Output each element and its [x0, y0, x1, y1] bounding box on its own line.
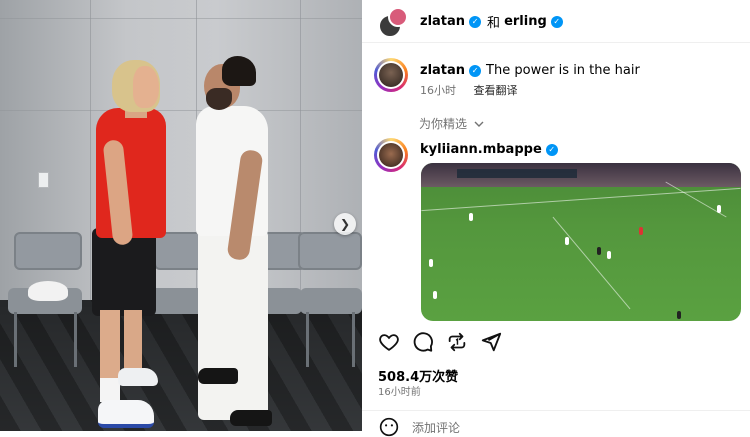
player: [677, 311, 681, 319]
post-header: zlatan ✓ 和 erling ✓: [362, 0, 750, 43]
suggested-toggle[interactable]: 为你精选: [419, 115, 485, 132]
carousel-next-button[interactable]: ❯: [334, 213, 356, 235]
repost-icon[interactable]: [446, 331, 468, 353]
caption-avatar[interactable]: [379, 63, 403, 87]
wall-seam: [0, 18, 362, 19]
author-username[interactable]: zlatan: [420, 14, 465, 29]
see-translation-link[interactable]: 查看翻译: [474, 84, 518, 97]
dress-shoe: [230, 410, 272, 426]
chair: [298, 232, 362, 270]
sneaker: [118, 368, 158, 386]
player: [429, 259, 433, 267]
verified-badge-icon: ✓: [550, 15, 563, 28]
person-2-hair: [222, 56, 256, 86]
chevron-right-icon: ❯: [339, 217, 351, 231]
add-comment-bar: 添加评论: [362, 410, 750, 437]
player: [639, 227, 643, 235]
share-icon[interactable]: [480, 331, 502, 353]
post-timestamp: 16小时前: [378, 387, 421, 398]
verified-badge-icon: ✓: [469, 64, 482, 77]
comment-avatar[interactable]: [379, 143, 403, 167]
comment-icon[interactable]: [412, 331, 434, 353]
heart-icon[interactable]: [378, 331, 400, 353]
caption-text: The power is in the hair: [486, 63, 640, 78]
dress-shoe: [198, 368, 238, 384]
player: [597, 247, 601, 255]
verified-badge-icon: ✓: [545, 143, 558, 156]
coauthor-avatar[interactable]: [388, 7, 408, 27]
add-comment-input[interactable]: 添加评论: [412, 419, 460, 436]
caption-username[interactable]: zlatan: [420, 63, 465, 78]
post-photo[interactable]: ❯: [0, 0, 362, 431]
person-1-face: [133, 66, 159, 108]
emoji-icon[interactable]: [379, 417, 399, 437]
player: [607, 251, 611, 259]
caption-time: 16小时: [420, 84, 456, 97]
comment-video-thumbnail[interactable]: [421, 163, 741, 321]
player: [717, 205, 721, 213]
wall-socket: [38, 172, 49, 188]
chevron-down-icon: [474, 121, 484, 127]
verified-badge-icon: ✓: [469, 15, 482, 28]
cap: [28, 281, 68, 301]
chair-seat: [300, 288, 362, 314]
sneaker: [98, 400, 154, 428]
player: [433, 291, 437, 299]
wall-seam: [90, 0, 91, 300]
comment-username[interactable]: kyliiann.mbappe: [420, 142, 542, 157]
player: [565, 237, 569, 245]
wall-seam: [0, 110, 362, 111]
score-overlay: [457, 169, 577, 178]
and-label: 和: [487, 16, 501, 31]
suggested-label: 为你精选: [419, 117, 468, 131]
chair: [14, 232, 82, 270]
player: [469, 213, 473, 221]
coauthor-username[interactable]: erling: [504, 14, 547, 29]
